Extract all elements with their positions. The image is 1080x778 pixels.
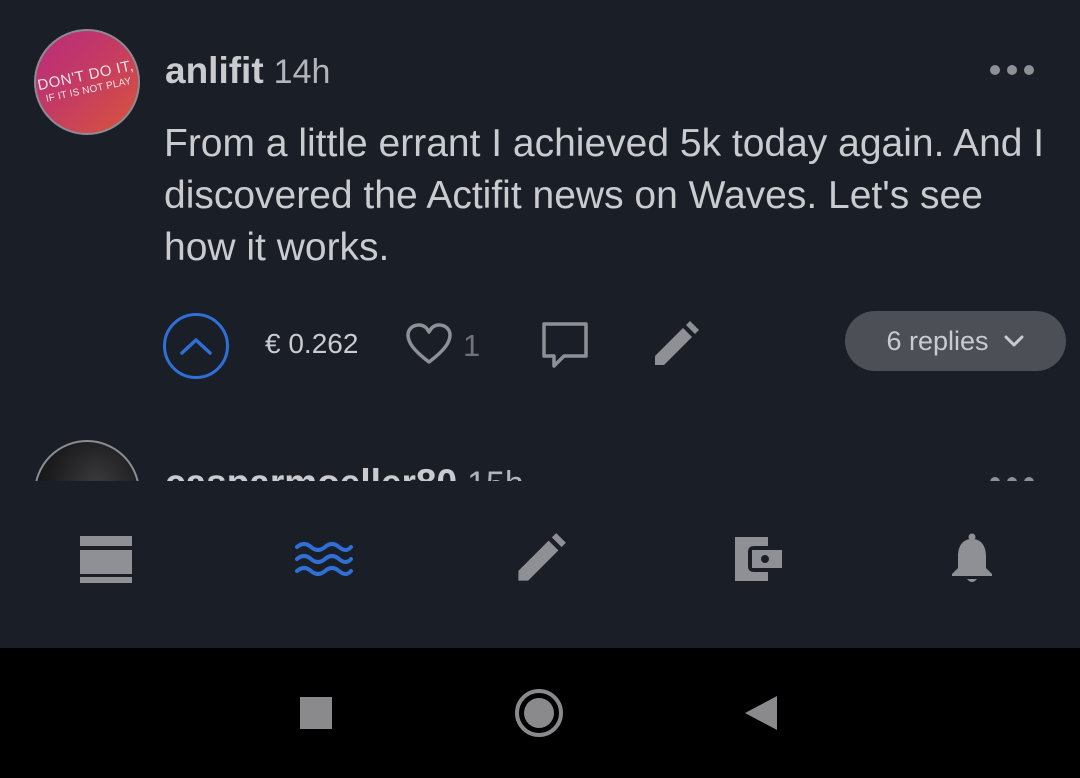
pencil-icon[interactable]	[650, 320, 700, 370]
upvote-button[interactable]	[163, 313, 229, 379]
chevron-up-icon	[180, 338, 212, 355]
avatar-image-text: DON'T DO IT, IF IT IS NOT PLAY	[36, 31, 138, 133]
more-options-icon[interactable]	[990, 62, 1034, 78]
bottom-tab-bar	[0, 481, 1080, 648]
more-options-icon[interactable]	[990, 474, 1034, 481]
wave-post: casparmoeller80 15h	[0, 440, 1080, 481]
home-icon[interactable]	[514, 688, 564, 738]
post-header: anlifit 14h	[165, 50, 330, 96]
tab-compose[interactable]	[510, 529, 570, 589]
chevron-down-icon	[1004, 335, 1024, 347]
bell-icon	[952, 533, 992, 582]
tab-notifications[interactable]	[942, 529, 1002, 589]
post-header: casparmoeller80 15h	[165, 462, 524, 481]
wave-post: DON'T DO IT, IF IT IS NOT PLAY anlifit 1…	[0, 0, 1080, 420]
app-screen: DON'T DO IT, IF IT IS NOT PLAY anlifit 1…	[0, 0, 1080, 778]
back-icon[interactable]	[744, 695, 778, 731]
post-actions: € 0.262 1 6 replies	[0, 310, 1080, 380]
like-count: 1	[463, 328, 481, 363]
wallet-icon	[735, 537, 782, 581]
avatar[interactable]	[34, 440, 140, 481]
system-nav-bar	[0, 648, 1080, 778]
heart-icon[interactable]	[405, 322, 453, 366]
post-time: 14h	[273, 53, 331, 91]
post-time: 15h	[467, 465, 524, 481]
author-name[interactable]: anlifit	[165, 50, 264, 92]
replies-button[interactable]: 6 replies	[845, 311, 1066, 371]
tab-wallet[interactable]	[727, 529, 787, 589]
comment-icon[interactable]	[540, 320, 590, 370]
replies-label: 6 replies	[886, 325, 989, 356]
feed-icon	[80, 536, 132, 583]
author-name[interactable]: casparmoeller80	[165, 462, 457, 481]
tab-feed[interactable]	[76, 529, 136, 589]
pencil-icon	[518, 533, 566, 581]
avatar[interactable]: DON'T DO IT, IF IT IS NOT PLAY	[34, 29, 140, 135]
payout-value: € 0.262	[265, 328, 359, 359]
waves-icon	[295, 542, 353, 576]
recent-apps-icon[interactable]	[300, 697, 332, 729]
post-body: From a little errant I achieved 5k today…	[164, 122, 1045, 269]
waves-feed[interactable]: DON'T DO IT, IF IT IS NOT PLAY anlifit 1…	[0, 0, 1080, 481]
tab-waves[interactable]	[294, 529, 354, 589]
